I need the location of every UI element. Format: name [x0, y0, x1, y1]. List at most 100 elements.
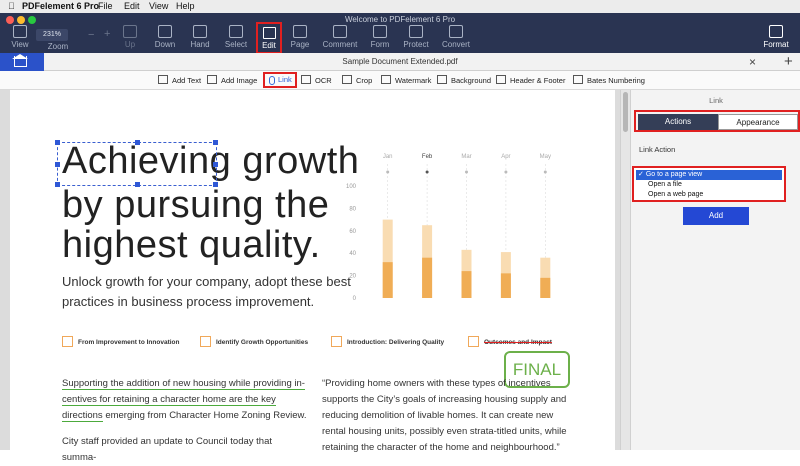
document-tab-title[interactable]: Sample Document Extended.pdf: [0, 57, 800, 66]
add-button[interactable]: Add: [683, 207, 749, 225]
bar-dark: [540, 277, 551, 298]
headline-line-2[interactable]: by pursuing the: [62, 184, 329, 227]
header-footer-button[interactable]: Header & Footer: [496, 75, 565, 85]
convert-button[interactable]: Convert: [436, 25, 476, 49]
feature-item: Introduction: Delivering Quality: [331, 336, 444, 347]
y-tick-label: 60: [349, 229, 356, 235]
down-button[interactable]: Down: [145, 25, 185, 49]
resize-handle[interactable]: [213, 140, 218, 145]
link-action-label: Link Action: [639, 145, 676, 154]
resize-handle[interactable]: [135, 182, 140, 187]
protect-button[interactable]: Protect: [396, 25, 436, 49]
resize-handle[interactable]: [213, 182, 218, 187]
feature-icon: [468, 336, 479, 347]
paragraph-text: emerging from Character Home Zoning Revi…: [105, 410, 307, 421]
image-icon: [207, 75, 217, 84]
ocr-button[interactable]: OCR: [301, 75, 332, 85]
y-tick-label: 0: [353, 296, 357, 302]
resize-handle[interactable]: [135, 140, 140, 145]
left-paragraph[interactable]: Supporting the addition of new housing w…: [62, 376, 307, 466]
resize-handle[interactable]: [55, 140, 60, 145]
hand-icon: [193, 25, 207, 38]
link-icon: [269, 76, 275, 85]
add-image-button[interactable]: Add Image: [207, 75, 257, 85]
link-button[interactable]: Link: [263, 72, 297, 88]
arrow-up-icon: [123, 25, 137, 38]
form-button[interactable]: Form: [360, 25, 400, 49]
hand-button[interactable]: Hand: [180, 25, 220, 49]
resize-handle[interactable]: [213, 162, 218, 167]
up-button[interactable]: Up: [110, 25, 150, 49]
bates-numbering-icon: [573, 75, 583, 84]
new-tab-icon[interactable]: +: [784, 53, 793, 70]
tab-actions[interactable]: Actions: [638, 114, 718, 130]
vertical-scrollbar[interactable]: [620, 90, 630, 450]
link-properties-panel: Link Actions Appearance Link Action ✓ Go…: [630, 90, 800, 450]
document-tab-strip: Sample Document Extended.pdf × +: [0, 53, 800, 71]
main-toolbar: Welcome to PDFelement 6 Pro View 231% Zo…: [0, 13, 800, 54]
page-icon: [293, 25, 307, 38]
app-menu[interactable]: PDFelement 6 Pro: [22, 1, 99, 11]
close-tab-icon[interactable]: ×: [749, 55, 756, 69]
bar-chart: 100 80 60 40 20 0 Jan Feb Mar Apr May: [346, 154, 551, 302]
month-marker: [504, 170, 508, 174]
month-marker: [465, 170, 468, 174]
x-tick-label: Mar: [461, 154, 471, 160]
ocr-icon: [301, 75, 311, 84]
y-tick-label: 80: [349, 206, 356, 212]
y-tick-label: 100: [346, 184, 357, 190]
subtext[interactable]: Unlock growth for your company, adopt th…: [62, 272, 362, 312]
edit-button[interactable]: Edit: [256, 22, 282, 54]
right-paragraph[interactable]: “Providing home owners with these types …: [322, 376, 572, 456]
feature-icon: [331, 336, 342, 347]
zoom-input[interactable]: 231%: [36, 29, 68, 41]
format-icon: [769, 25, 783, 38]
month-marker: [543, 170, 547, 174]
watermark-button[interactable]: Watermark: [381, 75, 431, 85]
menu-file[interactable]: File: [98, 1, 113, 11]
view-button[interactable]: View: [0, 25, 40, 49]
zoom-out-icon[interactable]: −: [88, 29, 94, 41]
month-marker: [386, 170, 390, 174]
background-button[interactable]: Background: [437, 75, 491, 85]
add-text-button[interactable]: Add Text: [158, 75, 201, 85]
link-selection-box[interactable]: [55, 140, 218, 187]
option-open-file[interactable]: Open a file: [636, 180, 782, 190]
panel-tab-group: Actions Appearance: [634, 110, 800, 132]
watermark-icon: [381, 75, 391, 84]
resize-handle[interactable]: [55, 182, 60, 187]
bar-dark: [500, 273, 511, 298]
x-tick-label: May: [540, 154, 551, 160]
apple-icon[interactable]: : [8, 1, 15, 11]
bates-numbering-button[interactable]: Bates Numbering: [573, 75, 645, 85]
option-open-web-page[interactable]: Open a web page: [636, 190, 782, 200]
cursor-icon: [229, 25, 243, 38]
y-tick-label: 40: [349, 251, 356, 257]
x-tick-label: Feb: [422, 154, 433, 160]
convert-icon: [449, 25, 463, 38]
window-title: Welcome to PDFelement 6 Pro: [344, 15, 456, 24]
view-icon: [13, 25, 27, 38]
tab-appearance[interactable]: Appearance: [718, 114, 798, 130]
x-tick-label: Apr: [501, 154, 510, 160]
link-action-dropdown[interactable]: ✓ Go to a page view Open a file Open a w…: [632, 166, 786, 202]
paragraph-text-cut: City staff provided an update to Council…: [62, 436, 273, 463]
select-button[interactable]: Select: [216, 25, 256, 49]
month-marker: [425, 170, 429, 174]
panel-title: Link: [709, 96, 723, 105]
format-button[interactable]: Format: [756, 25, 796, 49]
mac-menubar:  PDFelement 6 Pro File Edit View Help: [0, 0, 800, 13]
comment-button[interactable]: Comment: [320, 25, 360, 49]
resize-handle[interactable]: [55, 162, 60, 167]
bar-dark: [461, 271, 472, 298]
menu-edit[interactable]: Edit: [124, 1, 140, 11]
menu-view[interactable]: View: [149, 1, 168, 11]
menu-help[interactable]: Help: [176, 1, 195, 11]
option-go-to-page-view[interactable]: ✓ Go to a page view: [636, 170, 782, 180]
headline-line-3[interactable]: highest quality.: [62, 224, 321, 267]
scrollbar-thumb[interactable]: [623, 92, 628, 132]
feature-icon: [200, 336, 211, 347]
page-button[interactable]: Page: [280, 25, 320, 49]
bar-dark: [382, 262, 393, 298]
crop-button[interactable]: Crop: [342, 75, 372, 85]
